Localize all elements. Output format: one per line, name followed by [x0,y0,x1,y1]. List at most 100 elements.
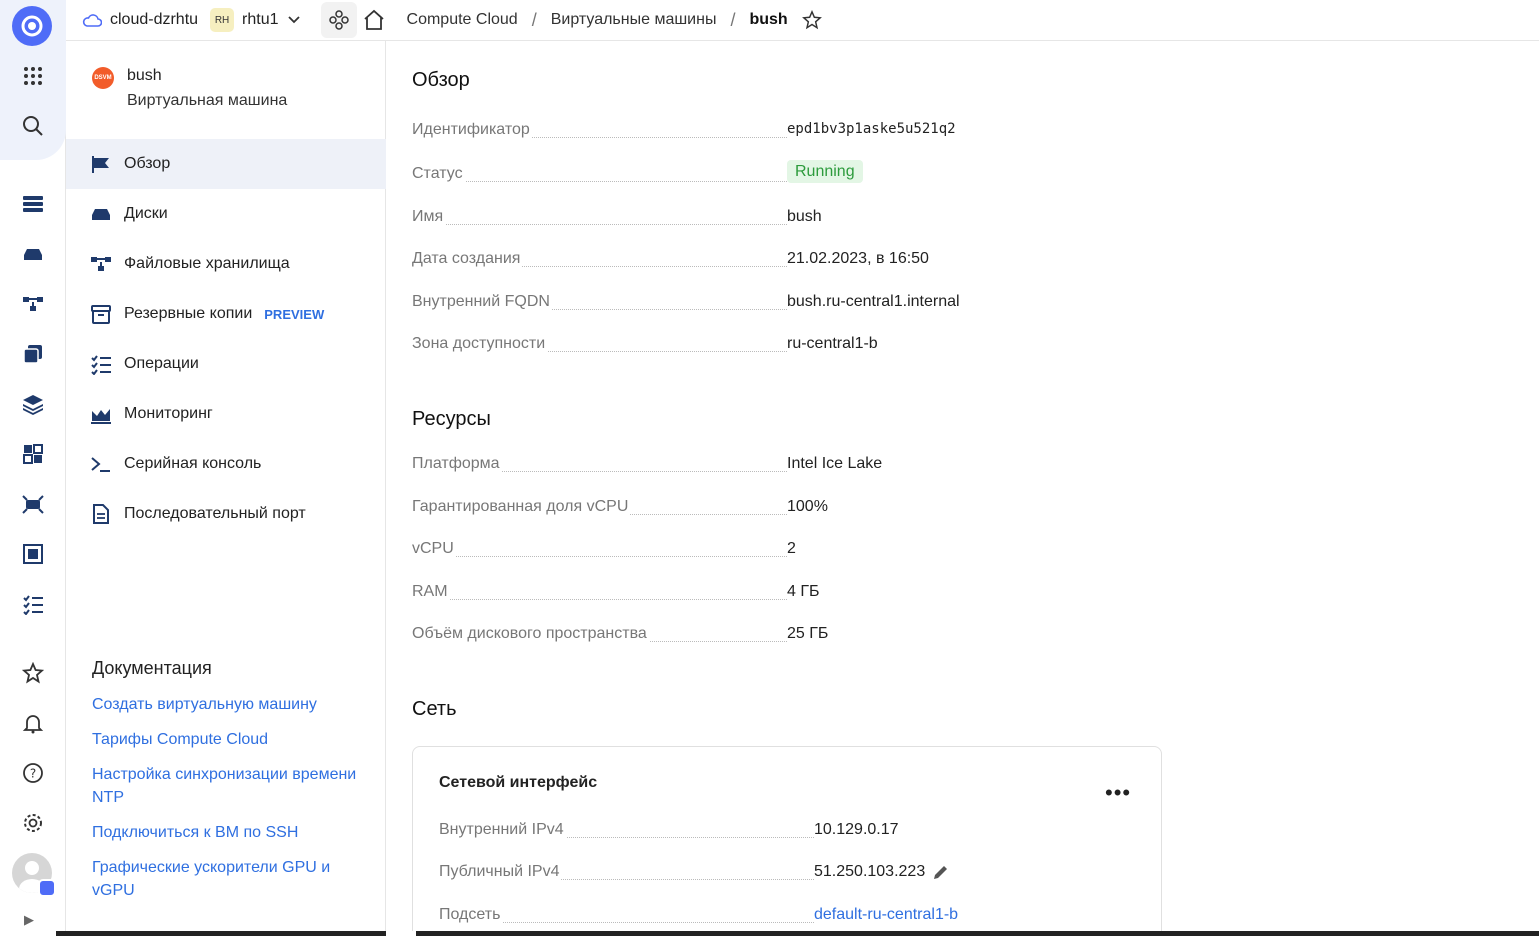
global-nav-rail: ? ▶ [0,0,66,936]
hub-icon [328,10,349,30]
public-ipv4-value[interactable]: 51.250.103.223 [814,863,925,881]
disk-icon[interactable] [14,235,52,273]
nav-item-label: Резервные копии [124,305,253,322]
folder-badge: RH [210,8,235,32]
archive-icon [91,305,111,324]
nav-item-backups[interactable]: Резервные копии PREVIEW [66,289,386,339]
server-list-icon[interactable] [14,185,52,223]
field-status: Статус Running [412,160,1172,189]
nav-item-serial-port[interactable]: Последовательный порт [66,489,386,539]
vm-name: bush [127,67,162,84]
vm-side-panel: DSVM bush Виртуальная машина Обзор Диски… [66,41,386,936]
breadcrumb-compute-cloud[interactable]: Compute Cloud [407,11,518,29]
breadcrumb-separator: / [531,9,537,30]
nav-item-monitoring[interactable]: Мониторинг [66,389,386,439]
nav-item-filestores[interactable]: Файловые хранилища [66,239,386,289]
notifications-bell-icon[interactable] [14,704,52,742]
vm-nav: Обзор Диски Файловые хранилища Резервные… [66,139,386,539]
doc-link-create-vm[interactable]: Создать виртуальную машину [92,693,362,716]
field-label: Внутренний FQDN [412,293,552,311]
field-label: Имя [412,208,446,226]
cloud-selector[interactable]: cloud-dzrhtu [82,11,198,29]
top-bar: cloud-dzrhtu RH rhtu1 Compute Cloud / Ви… [66,0,1539,41]
cloud-name: cloud-dzrhtu [110,11,199,28]
created-value: 21.02.2023, в 16:50 [787,250,929,267]
documentation-block: Документация Создать виртуальную машину … [92,658,362,914]
nav-item-label: Мониторинг [124,405,213,422]
breadcrumb-current-vm: bush [749,11,788,28]
field-label: Дата создания [412,250,523,268]
copies-icon[interactable] [14,335,52,373]
field-label: Платформа [412,455,502,473]
checklist-icon[interactable] [14,585,52,623]
subnet-link[interactable]: default-ru-central1-b [814,906,958,924]
more-menu-icon[interactable]: ••• [1105,780,1131,806]
frame-icon[interactable] [14,535,52,573]
field-internal-ipv4: Внутренний IPv4 10.129.0.17 [439,821,1139,845]
doc-link-gpu[interactable]: Графические ускорители GPU и vGPU [92,856,362,902]
search-icon[interactable] [14,107,52,145]
layers-icon[interactable] [14,385,52,423]
account-badge-icon [38,879,56,897]
field-zone: Зона доступности ru-central1-b [412,335,1172,359]
field-label: Статус [412,165,465,183]
favorite-star-icon[interactable] [801,10,822,30]
zone-value: ru-central1-b [787,335,878,352]
cloud-logo-icon[interactable] [12,6,52,46]
nav-item-overview[interactable]: Обзор [66,139,386,189]
chevron-down-icon[interactable] [287,13,301,27]
vm-name-value: bush [787,208,822,225]
cloud-icon [82,14,102,27]
folder-selector[interactable]: rhtu1 [242,11,278,29]
fqdn-value[interactable]: bush.ru-central1.internal [787,293,960,311]
field-platform: Платформа Intel Ice Lake [412,455,1172,479]
network-interface-card: Сетевой интерфейс ••• Внутренний IPv4 10… [412,746,1162,936]
card-title: Сетевой интерфейс [439,774,598,791]
edit-pencil-icon[interactable] [932,863,950,881]
terminal-icon [91,457,110,472]
vcpu-share-value: 100% [787,498,828,515]
field-subnet: Подсеть default-ru-central1-b [439,906,1139,930]
doc-link-pricing[interactable]: Тарифы Compute Cloud [92,728,362,751]
field-name: Имя bush [412,208,1172,232]
home-icon[interactable] [361,7,387,33]
settings-gear-icon[interactable] [14,804,52,842]
nav-item-serial-console[interactable]: Серийная консоль [66,439,386,489]
field-vcpu-share: Гарантированная доля vCPU 100% [412,498,1172,522]
vm-id-value[interactable]: epd1bv3p1aske5u521q2 [787,121,956,137]
breadcrumb-vms[interactable]: Виртуальные машины [551,11,717,29]
checklist-icon [91,355,111,375]
chart-icon [91,409,111,424]
nav-item-disks[interactable]: Диски [66,189,386,239]
internal-ipv4-value[interactable]: 10.129.0.17 [814,821,899,839]
doc-link-ssh[interactable]: Подключиться к ВМ по SSH [92,821,362,844]
nav-item-operations[interactable]: Операции [66,339,386,389]
field-label: Внутренний IPv4 [439,821,566,839]
help-icon[interactable]: ? [14,754,52,792]
gateway-icon[interactable] [14,485,52,523]
disk-icon [92,209,110,220]
expand-rail-icon[interactable]: ▶ [24,912,34,928]
nav-item-label: Обзор [124,155,171,172]
doc-link-ntp[interactable]: Настройка синхронизации времени NTP [92,763,362,809]
document-icon [93,504,109,524]
field-label: Зона доступности [412,335,548,353]
preview-badge: PREVIEW [264,306,325,322]
services-hub-button[interactable] [320,2,357,38]
vm-type: Виртуальная машина [127,92,288,109]
network-tree-icon[interactable] [14,285,52,323]
field-label: Публичный IPv4 [439,863,562,881]
field-label: Гарантированная доля vCPU [412,498,631,516]
nav-item-label: Диски [124,205,168,222]
field-public-ipv4: Публичный IPv4 51.250.103.223 [439,863,1139,887]
grid-blocks-icon[interactable] [14,435,52,473]
field-id: Идентификатор epd1bv3p1aske5u521q2 [412,121,1172,145]
bottom-scroll-strip [0,931,1539,936]
services-grid-icon[interactable] [14,57,52,95]
field-vcpu: vCPU 2 [412,540,1172,564]
field-label: vCPU [412,540,456,558]
nav-item-label: Файловые хранилища [124,255,290,272]
docs-title: Документация [92,658,212,678]
nav-item-label: Операции [124,355,199,372]
favorites-star-icon[interactable] [14,654,52,692]
